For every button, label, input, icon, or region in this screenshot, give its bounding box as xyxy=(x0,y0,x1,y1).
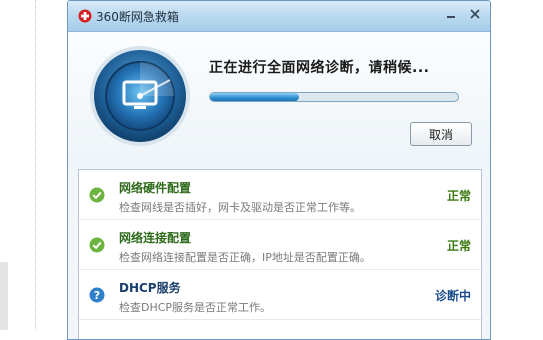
check-description: 检查网线是否插好，网卡及驱动是否正常工作等。 xyxy=(119,201,361,214)
minimize-icon xyxy=(447,16,455,18)
desktop-edge xyxy=(0,262,8,330)
svg-text:?: ? xyxy=(94,289,100,302)
list-item: 网络连接配置 检查网络连接配置是否正确，IP地址是否配置正确。 正常 xyxy=(79,220,481,270)
minimize-button[interactable] xyxy=(440,4,462,24)
close-icon xyxy=(470,9,480,19)
diagnosis-status-text: 正在进行全面网络诊断，请稍候... xyxy=(209,60,430,76)
check-title: 网络连接配置 xyxy=(119,231,192,245)
window-title: 360断网急救箱 xyxy=(96,10,179,24)
title-bar[interactable]: 360断网急救箱 xyxy=(68,1,490,32)
check-icon xyxy=(89,187,105,203)
diagnosis-progress-bar xyxy=(209,92,459,102)
check-description: 检查网络连接配置是否正确，IP地址是否配置正确。 xyxy=(119,251,371,264)
cancel-button[interactable]: 取消 xyxy=(410,122,472,146)
diagnosis-list: 网络硬件配置 检查网线是否插好，网卡及驱动是否正常工作等。 正常 网络连接配置 … xyxy=(78,169,482,339)
check-status: 正常 xyxy=(446,239,471,253)
progress-fill xyxy=(210,93,300,101)
list-item: ? DHCP服务 检查DHCP服务是否正常工作。 诊断中 xyxy=(79,270,481,320)
list-item: 网络硬件配置 检查网线是否插好，网卡及驱动是否正常工作等。 正常 xyxy=(79,170,481,220)
check-status: 正常 xyxy=(446,189,471,203)
network-monitor-icon xyxy=(90,46,190,146)
check-title: 网络硬件配置 xyxy=(119,181,192,195)
desktop-divider xyxy=(35,0,36,330)
check-status: 诊断中 xyxy=(434,289,471,303)
check-description: 检查DHCP服务是否正常工作。 xyxy=(119,301,272,314)
check-icon xyxy=(89,237,105,253)
diagnosis-header: 正在进行全面网络诊断，请稍候... 取消 xyxy=(68,32,490,167)
question-icon: ? xyxy=(89,287,105,303)
close-button[interactable] xyxy=(464,4,486,24)
check-title: DHCP服务 xyxy=(119,281,181,295)
first-aid-icon xyxy=(78,9,92,23)
app-window: 360断网急救箱 正在进行全面网络诊断，请稍候... 取消 网络硬件配置 检查网… xyxy=(67,0,491,340)
